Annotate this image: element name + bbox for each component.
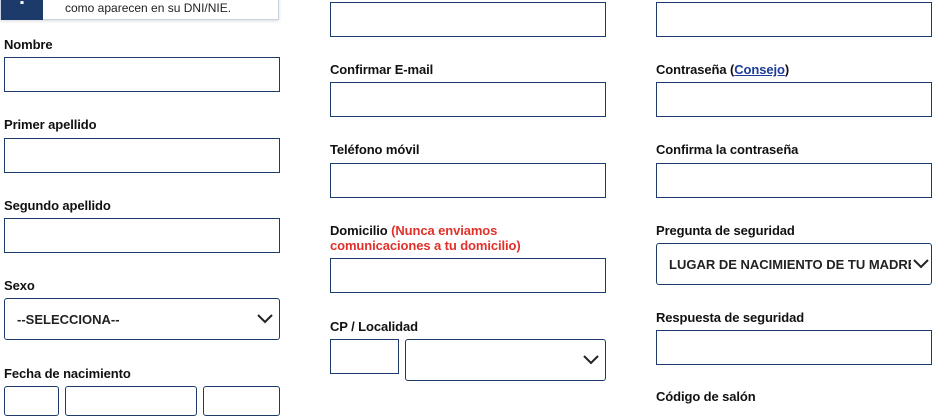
cp-input[interactable] bbox=[330, 339, 399, 374]
confirma-contrasena-label: Confirma la contraseña bbox=[656, 142, 799, 157]
pregunta-seguridad-select[interactable]: LUGAR DE NACIMIENTO DE TU MADRE bbox=[656, 243, 932, 285]
domicilio-note: (Nunca enviamos bbox=[391, 223, 498, 238]
chevron-down-icon bbox=[577, 355, 605, 365]
domicilio-note-line2: comunicaciones a tu domicilio) bbox=[330, 238, 521, 253]
respuesta-seguridad-input[interactable] bbox=[656, 330, 932, 365]
domicilio-label: Domicilio (Nunca enviamos comunicaciones… bbox=[330, 223, 570, 253]
fecha-dia-select[interactable] bbox=[4, 386, 59, 416]
pregunta-seguridad-label: Pregunta de seguridad bbox=[656, 223, 795, 238]
fecha-nacimiento-label: Fecha de nacimiento bbox=[4, 366, 131, 381]
exclamation-icon: ! bbox=[1, 0, 43, 20]
confirma-contrasena-input[interactable] bbox=[656, 163, 932, 198]
segundo-apellido-label: Segundo apellido bbox=[4, 198, 111, 213]
chevron-down-icon bbox=[911, 259, 931, 269]
domicilio-label-text: Domicilio bbox=[330, 223, 388, 238]
contrasena-label-text: Contraseña ( bbox=[656, 62, 735, 77]
telefono-movil-label: Teléfono móvil bbox=[330, 142, 420, 157]
codigo-salon-label: Código de salón bbox=[656, 389, 756, 404]
telefono-movil-input[interactable] bbox=[330, 163, 606, 198]
nombre-input[interactable] bbox=[4, 57, 280, 92]
cp-localidad-label: CP / Localidad bbox=[330, 319, 418, 334]
sexo-label: Sexo bbox=[4, 278, 35, 293]
domicilio-input[interactable] bbox=[330, 258, 606, 293]
notice-text: como aparecen en su DNI/NIE. bbox=[65, 1, 232, 15]
fecha-mes-select[interactable] bbox=[65, 386, 197, 416]
localidad-select[interactable] bbox=[405, 339, 606, 381]
contrasena-label: Contraseña (Consejo) bbox=[656, 62, 789, 77]
sexo-select-value: --SELECCIONA-- bbox=[17, 311, 120, 327]
fecha-anio-select[interactable] bbox=[203, 386, 280, 416]
confirmar-email-label: Confirmar E-mail bbox=[330, 62, 434, 77]
email-input[interactable] bbox=[330, 2, 606, 37]
contrasena-label-suffix: ) bbox=[784, 62, 790, 77]
top-right-input[interactable] bbox=[656, 2, 932, 37]
segundo-apellido-input[interactable] bbox=[4, 218, 280, 253]
pregunta-seguridad-value: LUGAR DE NACIMIENTO DE TU MADRE bbox=[669, 256, 911, 272]
confirmar-email-input[interactable] bbox=[330, 82, 606, 117]
primer-apellido-label: Primer apellido bbox=[4, 117, 97, 132]
respuesta-seguridad-label: Respuesta de seguridad bbox=[656, 310, 805, 325]
primer-apellido-input[interactable] bbox=[4, 138, 280, 173]
sexo-select[interactable]: --SELECCIONA-- bbox=[4, 298, 280, 340]
chevron-down-icon bbox=[251, 314, 279, 324]
consejo-link[interactable]: Consejo bbox=[734, 62, 785, 77]
dni-notice: ! como aparecen en su DNI/NIE. bbox=[0, 0, 279, 20]
contrasena-input[interactable] bbox=[656, 82, 932, 117]
nombre-label: Nombre bbox=[4, 37, 53, 52]
